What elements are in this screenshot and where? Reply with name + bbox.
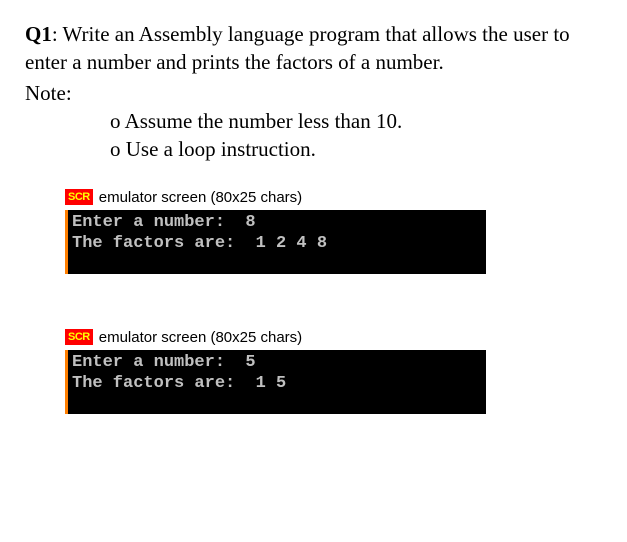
terminal-line: The factors are: 1 5 [72,373,482,394]
terminal-line: Enter a number: 8 [72,212,482,233]
terminal-output: Enter a number: 8The factors are: 1 2 4 … [65,210,486,274]
emulator-block: SCR emulator screen (80x25 chars) Enter … [65,329,602,414]
terminal-line: The factors are: 1 2 4 8 [72,233,482,254]
screen-icon: SCR [65,329,93,345]
emulator-title: emulator screen (80x25 chars) [99,329,302,346]
note-label: Note: [25,79,602,107]
emulator-titlebar: SCR emulator screen (80x25 chars) [65,189,602,206]
note-item: Use a loop instruction. [110,135,602,163]
screen-icon: SCR [65,189,93,205]
question-body: : Write an Assembly language program tha… [25,22,570,74]
question-label: Q1 [25,22,52,46]
emulator-title: emulator screen (80x25 chars) [99,189,302,206]
note-list: Assume the number less than 10. Use a lo… [110,107,602,164]
emulator-block: SCR emulator screen (80x25 chars) Enter … [65,189,602,274]
terminal-output: Enter a number: 5The factors are: 1 5 [65,350,486,414]
terminal-line: Enter a number: 5 [72,352,482,373]
question-prompt: Q1: Write an Assembly language program t… [25,20,602,77]
emulator-titlebar: SCR emulator screen (80x25 chars) [65,329,602,346]
note-item: Assume the number less than 10. [110,107,602,135]
